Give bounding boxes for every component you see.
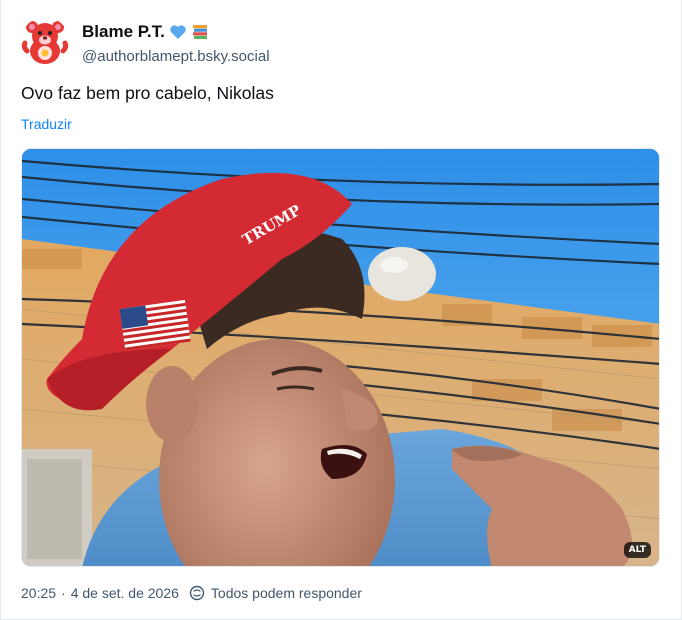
blue-heart-icon xyxy=(169,23,187,41)
reply-setting-icon xyxy=(189,585,205,601)
books-icon xyxy=(191,23,209,41)
video-frame-image: TRUMP xyxy=(22,149,659,566)
author-handle[interactable]: @authorblamept.bsky.social xyxy=(82,48,270,65)
post-media-image[interactable]: TRUMP ALT xyxy=(21,148,660,567)
author-block: Blame P.T. @authorblamept.bsky.social xyxy=(82,20,270,65)
alt-badge[interactable]: ALT xyxy=(623,542,651,558)
translate-link[interactable]: Traduzir xyxy=(21,116,72,132)
avatar[interactable] xyxy=(21,17,69,65)
author-display-name[interactable]: Blame P.T. xyxy=(82,22,165,42)
post-date[interactable]: 4 de set. de 2026 xyxy=(71,585,179,601)
card-border-left xyxy=(0,0,1,620)
post-time[interactable]: 20:25 xyxy=(21,585,56,601)
post-text: Ovo faz bem pro cabelo, Nikolas xyxy=(21,83,274,103)
reply-setting-label[interactable]: Todos podem responder xyxy=(211,585,362,601)
post-card: Blame P.T. @authorblamept.bsky.social Ov… xyxy=(0,0,682,620)
meta-separator: · xyxy=(61,585,66,601)
post-meta: 20:25 · 4 de set. de 2026 Todos podem re… xyxy=(21,585,362,601)
author-name-row: Blame P.T. xyxy=(82,20,270,44)
bear-avatar-icon xyxy=(21,21,69,64)
